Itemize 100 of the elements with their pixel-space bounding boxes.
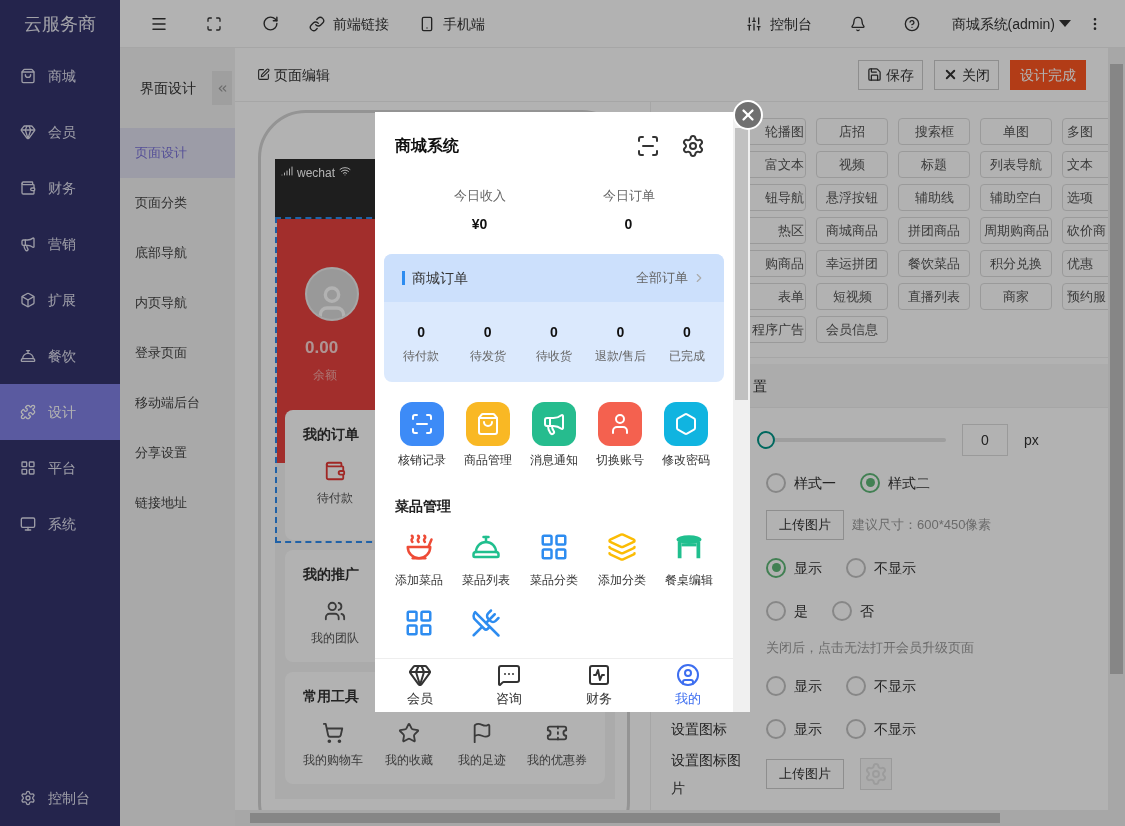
- component-button[interactable]: 多图: [1062, 118, 1108, 145]
- sub-sidebar-item[interactable]: 底部导航: [120, 228, 235, 278]
- component-button[interactable]: 悬浮按钮: [816, 184, 888, 211]
- sub-sidebar-item[interactable]: 分享设置: [120, 428, 235, 478]
- sidebar-item[interactable]: 商城: [0, 48, 120, 104]
- component-button[interactable]: 幸运拼团: [816, 250, 888, 277]
- component-button[interactable]: 文本: [1062, 151, 1108, 178]
- order-status[interactable]: 待收货: [536, 347, 572, 364]
- component-button[interactable]: 预约服: [1062, 283, 1108, 310]
- top-link[interactable]: 前端链接: [309, 13, 389, 34]
- sub-sidebar-title: 界面设计: [140, 79, 196, 98]
- order-status[interactable]: 已完成: [668, 347, 705, 364]
- close-button[interactable]: 关闭: [934, 59, 999, 90]
- component-button[interactable]: 餐饮菜品: [898, 250, 970, 277]
- component-button[interactable]: 商家: [980, 283, 1052, 310]
- shortcut-label: 商品管理: [464, 451, 512, 468]
- stat-label: 今日收入: [453, 187, 506, 205]
- radio-label: 样式二: [888, 473, 930, 493]
- radio-label: 显示: [794, 676, 822, 696]
- all-orders-link[interactable]: 全部订单: [636, 267, 706, 288]
- sub-sidebar-item[interactable]: 登录页面: [120, 328, 235, 378]
- sidebar-item[interactable]: 系统: [0, 496, 120, 552]
- sidebar-item[interactable]: 平台: [0, 440, 120, 496]
- component-button[interactable]: 单图: [980, 118, 1052, 145]
- user-menu[interactable]: 商城系统(admin): [951, 13, 1071, 34]
- order-count: 0: [616, 322, 625, 342]
- shortcut-label: 我的购物车: [303, 752, 363, 768]
- hint-text: 关闭后，点击无法打开会员升级页面: [766, 639, 974, 658]
- save-button[interactable]: 保存: [858, 59, 923, 90]
- top-link[interactable]: 手机端: [419, 13, 485, 34]
- component-button[interactable]: 辅助空白: [980, 184, 1052, 211]
- component-button[interactable]: 短视频: [816, 283, 888, 310]
- radio-label: 是: [794, 601, 808, 621]
- dish-label: 添加菜品: [394, 571, 443, 588]
- dish-label: 添加分类: [597, 571, 646, 588]
- component-button[interactable]: 视频: [816, 151, 888, 178]
- section-title: 菜品管理: [394, 496, 452, 516]
- order-count: 0: [550, 322, 558, 342]
- component-button[interactable]: 砍价商: [1062, 217, 1108, 244]
- dish-label: 菜品分类: [530, 571, 578, 588]
- shortcut-label: 核销记录: [398, 451, 446, 468]
- component-button[interactable]: 选项: [1062, 184, 1108, 211]
- sub-sidebar-item[interactable]: 链接地址: [120, 478, 235, 528]
- order-card-title: 商城订单: [412, 268, 468, 288]
- radio-label: 不显示: [874, 719, 916, 739]
- tab-item[interactable]: 会员: [375, 659, 465, 712]
- component-button[interactable]: 列表导航: [980, 151, 1052, 178]
- section-title: 常用工具: [303, 687, 359, 706]
- sidebar-item[interactable]: 设计: [0, 384, 120, 440]
- shortcut-label: 我的优惠券: [527, 752, 587, 768]
- number-field[interactable]: 0: [962, 423, 1008, 456]
- stat-value: 0: [624, 214, 633, 234]
- radio-label: 显示: [794, 558, 822, 578]
- component-button[interactable]: 搜索框: [898, 118, 970, 145]
- sub-sidebar-item[interactable]: 内页导航: [120, 278, 235, 328]
- field-label: 设置图标图片: [671, 751, 741, 798]
- component-button[interactable]: 标题: [898, 151, 970, 178]
- component-button[interactable]: 辅助线: [898, 184, 970, 211]
- component-button[interactable]: 商城商品: [816, 217, 888, 244]
- tab-item[interactable]: 我的: [643, 659, 733, 712]
- component-button[interactable]: 店招: [816, 118, 888, 145]
- order-status[interactable]: 待付款: [403, 347, 440, 364]
- tab-item[interactable]: 咨询: [464, 659, 554, 712]
- upload-button[interactable]: 上传图片: [766, 510, 844, 540]
- sidebar-item[interactable]: 营销: [0, 216, 120, 272]
- sidebar-item[interactable]: 财务: [0, 160, 120, 216]
- order-count: 0: [483, 322, 492, 342]
- finish-button[interactable]: 设计完成: [1010, 59, 1086, 90]
- shortcut-label: 我的收藏: [384, 752, 433, 768]
- editor-title: 页面编辑: [257, 64, 330, 85]
- dish-label: 餐桌编辑: [665, 571, 714, 588]
- upload-button[interactable]: 上传图片: [766, 759, 844, 789]
- order-status[interactable]: 待发货: [469, 347, 506, 364]
- radio-label: 显示: [794, 719, 822, 739]
- balance-value: 0.00: [305, 337, 339, 359]
- sidebar-item[interactable]: 餐饮: [0, 328, 120, 384]
- console-link[interactable]: 控制台: [745, 13, 812, 34]
- section-title: 我的订单: [303, 425, 359, 444]
- shortcut-label: 切换账号: [596, 451, 644, 468]
- stat-label: 今日订单: [602, 187, 655, 205]
- shortcut-label: 待付款: [317, 490, 353, 506]
- order-status[interactable]: 退款/售后: [594, 347, 647, 364]
- component-button[interactable]: 直播列表: [898, 283, 970, 310]
- radio-label: 否: [860, 601, 874, 621]
- sidebar-item[interactable]: 扩展: [0, 272, 120, 328]
- sidebar-item[interactable]: 会员: [0, 104, 120, 160]
- order-count: 0: [417, 322, 426, 342]
- dish-label: 菜品列表: [462, 571, 511, 588]
- sub-sidebar-item[interactable]: 移动端后台: [120, 378, 235, 428]
- size-hint: 建议尺寸：600*450像素: [852, 516, 992, 535]
- component-button[interactable]: 周期购商品: [980, 217, 1052, 244]
- radio-label: 不显示: [874, 676, 916, 696]
- component-button[interactable]: 拼团商品: [898, 217, 970, 244]
- sidebar-item[interactable]: 控制台: [0, 770, 120, 826]
- section-heading: 置: [753, 376, 767, 396]
- component-button[interactable]: 优惠: [1062, 250, 1108, 277]
- component-button[interactable]: 会员信息: [816, 316, 888, 343]
- sub-sidebar-item[interactable]: 页面分类: [120, 178, 235, 228]
- component-button[interactable]: 积分兑换: [980, 250, 1052, 277]
- tab-item[interactable]: 财务: [554, 659, 644, 712]
